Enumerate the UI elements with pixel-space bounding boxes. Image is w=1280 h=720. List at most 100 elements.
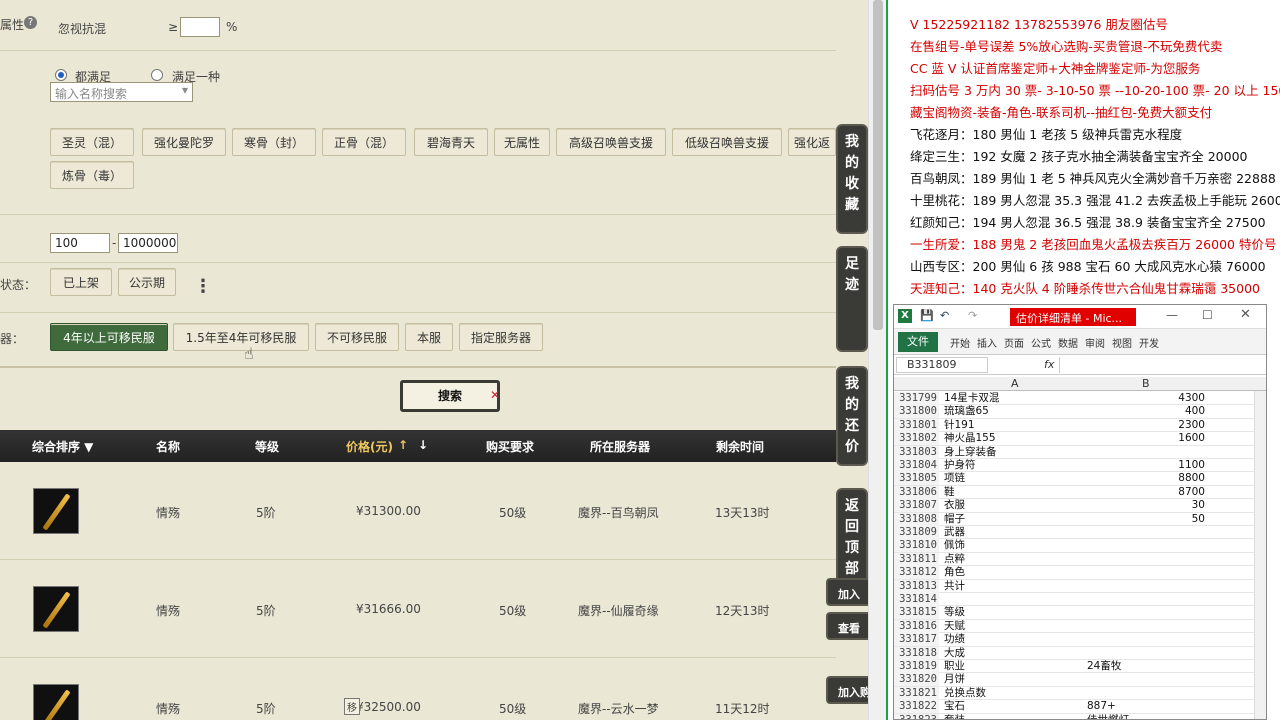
sheet-row[interactable]: 331805 项链 8800 (894, 472, 1266, 486)
attr-tag[interactable]: 炼骨（毒） (50, 161, 134, 189)
sheet-row[interactable]: 331822 宝石 887+ (894, 700, 1266, 714)
cell-b[interactable]: 佳世燃灯 (1087, 714, 1205, 719)
sort-up-icon[interactable]: ↑ (398, 438, 408, 452)
ignore-resist-input[interactable] (180, 17, 220, 37)
sheet-row[interactable]: 331823 套装 佳世燃灯 (894, 713, 1266, 719)
cell-ref-box[interactable]: B331809 (896, 357, 988, 373)
sheet-row[interactable]: 331815 等级 (894, 606, 1266, 620)
sheet-row[interactable]: 331816 天赋 (894, 619, 1266, 634)
cell-a[interactable]: 衣服 (944, 499, 1084, 512)
cell-a[interactable]: 护身符 (944, 459, 1084, 472)
page-scrollbar[interactable] (868, 0, 886, 720)
sheet-row[interactable]: 331804 护身符 1100 (894, 459, 1266, 473)
attr-tag[interactable]: 低级召唤兽支援 (672, 128, 782, 156)
sheet-row[interactable]: 331817 功绩 (894, 633, 1266, 647)
sheet-row[interactable]: 331809 武器 (894, 526, 1266, 540)
cell-b[interactable]: 2300 (1087, 419, 1205, 432)
cell-b[interactable]: 50 (1087, 513, 1205, 526)
cell-a[interactable]: 套装 (944, 714, 1084, 719)
tab-file[interactable]: 文件 (898, 332, 938, 352)
close-window-icon[interactable]: ✕ (1240, 307, 1251, 322)
price-min-input[interactable]: 100 (50, 233, 110, 253)
attr-tag[interactable]: 高级召唤兽支援 (556, 128, 666, 156)
server-specified[interactable]: 指定服务器 (459, 323, 543, 351)
sheet-row[interactable]: 331812 角色 (894, 566, 1266, 580)
sort-down-icon[interactable]: ↓ (418, 438, 428, 452)
server-4yr[interactable]: 4年以上可移民服 (50, 323, 168, 351)
item-icon[interactable] (33, 488, 79, 534)
cell-a[interactable]: 佩饰 (944, 539, 1084, 552)
cell-a[interactable]: 职业 (944, 660, 1084, 673)
attr-tag[interactable]: 寒骨（封） (232, 128, 316, 156)
excel-tab[interactable]: 审阅 (1085, 335, 1111, 350)
cell-b[interactable]: 30 (1087, 499, 1205, 512)
undo-icon[interactable]: ↶ (940, 309, 949, 322)
attr-tag[interactable]: 无属性 (494, 128, 550, 156)
sheet-row[interactable]: 331820 月饼 (894, 673, 1266, 687)
excel-tab[interactable]: 页面 (1004, 335, 1030, 350)
sheet-row[interactable]: 331811 点粹 (894, 552, 1266, 567)
server-no-migrate[interactable]: 不可移民服 (315, 323, 399, 351)
sheet-row[interactable]: 331821 兑换点数 (894, 686, 1266, 701)
cell-a[interactable]: 身上穿装备 (944, 446, 1084, 459)
excel-tab[interactable]: 开始 (950, 335, 976, 350)
item-icon[interactable] (33, 586, 79, 632)
side-button[interactable]: 足迹 (836, 246, 868, 352)
cell-a[interactable]: 鞋 (944, 486, 1084, 499)
cell-a[interactable]: 帽子 (944, 513, 1084, 526)
table-row[interactable]: 情殇 5阶 ¥32500.00 50级 魔界--云水一梦 11天12时 移 (0, 658, 836, 720)
cell-a[interactable]: 点粹 (944, 553, 1084, 566)
status-listed[interactable]: 已上架 (50, 268, 112, 296)
save-icon[interactable]: 💾 (920, 309, 934, 322)
cell-b[interactable]: 4300 (1087, 392, 1205, 405)
match-one-radio[interactable] (151, 69, 163, 81)
sheet-row[interactable]: 331800 琉璃盏65 400 (894, 405, 1266, 419)
sheet-row[interactable]: 331806 鞋 8700 (894, 485, 1266, 500)
cell-b[interactable]: 400 (1087, 405, 1205, 418)
cell-b[interactable]: 8700 (1087, 486, 1205, 499)
help-icon[interactable]: ? (24, 16, 37, 29)
small-action-button[interactable]: 加入 (826, 578, 872, 606)
fx-icon[interactable]: fx (1044, 358, 1054, 371)
col-sort[interactable]: 综合排序 ▼ (32, 438, 93, 455)
cell-a[interactable]: 共计 (944, 580, 1084, 593)
match-all-radio[interactable] (55, 69, 67, 81)
col-a-header[interactable]: A (1011, 377, 1019, 390)
attr-tag[interactable]: 圣灵（混） (50, 128, 134, 156)
minimize-icon[interactable]: — (1166, 308, 1178, 322)
cell-a[interactable]: 宝石 (944, 700, 1084, 713)
cell-b[interactable]: 1600 (1087, 432, 1205, 445)
cell-a[interactable]: 角色 (944, 566, 1084, 579)
attr-tag[interactable]: 强化返 (788, 128, 836, 156)
more-icon[interactable]: ⋮ (194, 276, 212, 297)
excel-tab[interactable]: 视图 (1112, 335, 1138, 350)
cell-a[interactable]: 琉璃盏65 (944, 405, 1084, 418)
cell-b[interactable]: 24畜牧 (1087, 660, 1205, 673)
cell-a[interactable]: 14星卡双混 (944, 392, 1084, 405)
sheet-row[interactable]: 331803 身上穿装备 (894, 445, 1266, 459)
cell-b[interactable]: 1100 (1087, 459, 1205, 472)
server-this[interactable]: 本服 (405, 323, 453, 351)
sheet-row[interactable]: 331799 14星卡双混 4300 (894, 392, 1266, 406)
formula-input[interactable] (1059, 357, 1264, 373)
cell-b[interactable]: 887+ (1087, 700, 1205, 713)
cell-a[interactable]: 针191 (944, 419, 1084, 432)
server-1-5yr[interactable]: 1.5年至4年可移民服 (173, 323, 309, 351)
status-public[interactable]: 公示期 (118, 268, 176, 296)
excel-tab[interactable]: 插入 (977, 335, 1003, 350)
excel-tab[interactable]: 开发 (1139, 335, 1165, 350)
cell-a[interactable]: 神火晶155 (944, 432, 1084, 445)
excel-tab[interactable]: 数据 (1058, 335, 1084, 350)
sheet-row[interactable]: 331814 (894, 593, 1266, 607)
price-max-input[interactable]: 1000000 (118, 233, 178, 253)
sheet-row[interactable]: 331801 针191 2300 (894, 418, 1266, 433)
table-row[interactable]: 情殇 5阶 ¥31300.00 50级 魔界--百鸟朝凤 13天13时 (0, 462, 836, 560)
cell-a[interactable]: 等级 (944, 606, 1084, 619)
cell-a[interactable]: 兑换点数 (944, 687, 1084, 700)
attr-tag[interactable]: 碧海青天 (414, 128, 488, 156)
cell-a[interactable]: 项链 (944, 472, 1084, 485)
sheet-row[interactable]: 331802 神火晶155 1600 (894, 432, 1266, 446)
cell-a[interactable]: 月饼 (944, 673, 1084, 686)
sheet-row[interactable]: 331807 衣服 30 (894, 499, 1266, 513)
attr-tag[interactable]: 正骨（混） (322, 128, 406, 156)
